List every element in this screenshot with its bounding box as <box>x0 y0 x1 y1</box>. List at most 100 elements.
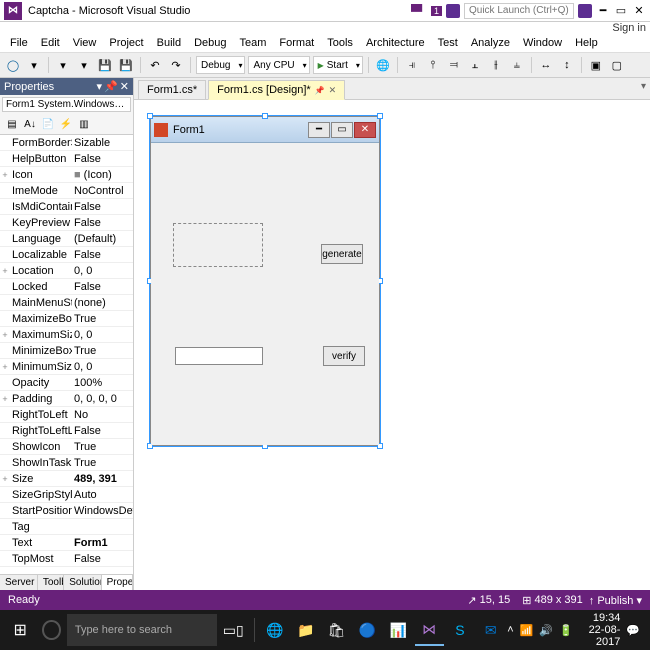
prop-pages-icon[interactable]: ▥ <box>76 116 92 132</box>
align-grid-icon[interactable]: 🌐 <box>374 56 392 74</box>
spacing-h-icon[interactable]: ↔ <box>537 56 555 74</box>
bring-front-icon[interactable]: ▣ <box>587 56 605 74</box>
publish-button[interactable]: ↑ Publish ▾ <box>589 594 642 607</box>
align-left-icon[interactable]: ⫣ <box>403 56 421 74</box>
panel-close-icon[interactable]: ✕ <box>120 80 129 93</box>
close-button[interactable]: ✕ <box>632 4 646 17</box>
prop-row-showintaskbar[interactable]: ShowInTaskbarTrue <box>0 455 133 471</box>
prop-row-ismdicontainer[interactable]: IsMdiContainerFalse <box>0 199 133 215</box>
user-icon[interactable] <box>578 4 592 18</box>
notification-flag-icon[interactable] <box>411 4 425 18</box>
store-icon[interactable]: 🛍 <box>322 614 351 646</box>
prop-row-startposition[interactable]: StartPositionWindowsDefaultLocat <box>0 503 133 519</box>
prop-row-minimizebox[interactable]: MinimizeBoxTrue <box>0 343 133 359</box>
menu-tools[interactable]: Tools <box>321 36 359 50</box>
prop-row-formborderstyle[interactable]: FormBorderStyleSizable <box>0 135 133 151</box>
config-combo[interactable]: Debug <box>196 56 245 74</box>
cortana-icon[interactable] <box>42 620 60 640</box>
form-close-button[interactable]: ✕ <box>354 122 376 138</box>
prop-row-sizegripstyle[interactable]: SizeGripStyleAuto <box>0 487 133 503</box>
platform-combo[interactable]: Any CPU <box>248 56 309 74</box>
menu-edit[interactable]: Edit <box>35 36 66 50</box>
bottom-tab-1[interactable]: Toolbox <box>38 575 64 590</box>
tray-volume-icon[interactable]: 🔊 <box>539 624 553 637</box>
generate-button[interactable]: generate <box>321 244 363 264</box>
taskview-icon[interactable]: ▭▯ <box>219 614 248 646</box>
form-maximize-button[interactable]: ▭ <box>331 122 353 138</box>
object-selector-combo[interactable]: Form1 System.Windows.Forms.Form <box>2 97 131 112</box>
nav-back-button[interactable]: ◯ <box>4 56 22 74</box>
redo-button[interactable]: ↷ <box>167 56 185 74</box>
prop-row-righttoleftlayout[interactable]: RightToLeftLayoutFalse <box>0 423 133 439</box>
save-all-button[interactable]: 💾 <box>117 56 135 74</box>
edge-icon[interactable]: 🌐 <box>261 614 290 646</box>
outlook-icon[interactable]: ✉ <box>476 614 505 646</box>
explorer-icon[interactable]: 📁 <box>291 614 320 646</box>
doc-tab[interactable]: Form1.cs* <box>138 80 206 99</box>
save-button[interactable]: 💾 <box>96 56 114 74</box>
picturebox-control[interactable] <box>173 223 263 267</box>
prop-row-locked[interactable]: LockedFalse <box>0 279 133 295</box>
prop-row-minimumsize[interactable]: +MinimumSize0, 0 <box>0 359 133 375</box>
prop-row-padding[interactable]: +Padding0, 0, 0, 0 <box>0 391 133 407</box>
menu-test[interactable]: Test <box>432 36 464 50</box>
prop-row-maximumsize[interactable]: +MaximumSize0, 0 <box>0 327 133 343</box>
notification-badge[interactable]: 1 <box>431 6 442 16</box>
pin-icon[interactable]: 📌 <box>315 86 325 95</box>
signin-link[interactable]: Sign in <box>612 22 646 34</box>
start-button-win[interactable]: ⊞ <box>4 612 36 648</box>
new-button[interactable]: ▾ <box>54 56 72 74</box>
send-back-icon[interactable]: ▢ <box>608 56 626 74</box>
prop-row-showicon[interactable]: ShowIconTrue <box>0 439 133 455</box>
align-top-icon[interactable]: ⫠ <box>466 56 484 74</box>
tray-expand-icon[interactable]: ˄ <box>507 624 513 636</box>
prop-row-topmost[interactable]: TopMostFalse <box>0 551 133 567</box>
property-grid[interactable]: FormBorderStyleSizableHelpButtonFalse+Ic… <box>0 135 133 574</box>
prop-row-text[interactable]: TextForm1 <box>0 535 133 551</box>
align-right-icon[interactable]: ⫤ <box>445 56 463 74</box>
tray-notifications-icon[interactable]: 💬 <box>626 624 640 637</box>
spacing-v-icon[interactable]: ↕ <box>558 56 576 74</box>
prop-row-helpbutton[interactable]: HelpButtonFalse <box>0 151 133 167</box>
menu-architecture[interactable]: Architecture <box>360 36 431 50</box>
taskbar-search-input[interactable]: Type here to search <box>67 614 217 646</box>
prop-row-tag[interactable]: Tag <box>0 519 133 535</box>
align-middle-icon[interactable]: ⫲ <box>487 56 505 74</box>
designer-canvas[interactable]: Form1 ━ ▭ ✕ generate verify <box>134 100 650 590</box>
close-tab-icon[interactable]: ✕ <box>329 85 337 96</box>
bottom-tab-2[interactable]: Solution Ex... <box>64 575 101 590</box>
prop-row-size[interactable]: +Size489, 391 <box>0 471 133 487</box>
prop-row-localizable[interactable]: LocalizableFalse <box>0 247 133 263</box>
events-icon[interactable]: ⚡ <box>58 116 74 132</box>
quick-launch-input[interactable] <box>464 3 574 19</box>
props-icon[interactable]: 📄 <box>40 116 56 132</box>
menu-project[interactable]: Project <box>103 36 149 50</box>
start-button[interactable]: Start <box>313 56 363 74</box>
tray-network-icon[interactable]: 📶 <box>520 624 534 637</box>
prop-row-language[interactable]: Language(Default) <box>0 231 133 247</box>
minimize-button[interactable]: ━ <box>596 4 610 17</box>
doc-tab[interactable]: Form1.cs [Design]*📌✕ <box>208 80 345 100</box>
prop-row-opacity[interactable]: Opacity100% <box>0 375 133 391</box>
alphabetical-icon[interactable]: A↓ <box>22 116 38 132</box>
form-minimize-button[interactable]: ━ <box>308 122 330 138</box>
prop-row-imemode[interactable]: ImeModeNoControl <box>0 183 133 199</box>
align-center-icon[interactable]: ⫯ <box>424 56 442 74</box>
menu-format[interactable]: Format <box>273 36 320 50</box>
align-bottom-icon[interactable]: ⫨ <box>508 56 526 74</box>
feedback-icon[interactable] <box>446 4 460 18</box>
panel-dropdown-icon[interactable]: ▾ <box>97 80 103 93</box>
menu-view[interactable]: View <box>67 36 103 50</box>
menu-window[interactable]: Window <box>517 36 568 50</box>
restore-button[interactable]: ▭ <box>614 4 628 17</box>
textbox-control[interactable] <box>175 347 263 365</box>
skype-icon[interactable]: S <box>446 614 475 646</box>
chrome-icon[interactable]: 🔵 <box>353 614 382 646</box>
tray-clock[interactable]: 19:3422-08-2017 <box>579 612 621 648</box>
nav-fwd-button[interactable]: ▾ <box>25 56 43 74</box>
menu-file[interactable]: File <box>4 36 34 50</box>
prop-row-righttoleft[interactable]: RightToLeftNo <box>0 407 133 423</box>
menu-help[interactable]: Help <box>569 36 604 50</box>
menu-build[interactable]: Build <box>151 36 187 50</box>
prop-row-icon[interactable]: +Icon(Icon) <box>0 167 133 183</box>
